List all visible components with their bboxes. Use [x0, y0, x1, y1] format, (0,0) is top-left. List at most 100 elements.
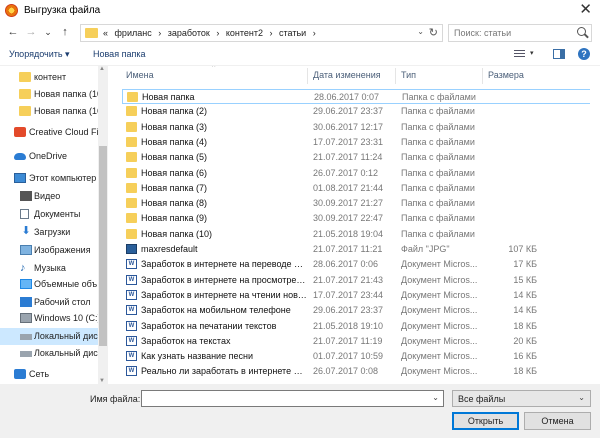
file-row[interactable]: Новая папка (3) 30.06.2017 12:17 Папка с ф…	[122, 120, 590, 135]
sidebar-item[interactable]: Объемные объ	[0, 276, 98, 293]
breadcrumb-item[interactable]: заработок	[168, 28, 210, 38]
view-options-icon[interactable]	[514, 50, 525, 59]
file-size: 16 КБ	[513, 351, 537, 362]
view-dropdown-icon[interactable]: ▾	[530, 49, 534, 57]
sidebar-item[interactable]: Этот компьютер	[0, 170, 98, 187]
cancel-button[interactable]: Отмена	[524, 412, 591, 430]
column-divider[interactable]	[395, 68, 396, 84]
sidebar-item[interactable]: Новая папка (16	[0, 103, 98, 120]
file-row[interactable]: Новая папка 28.06.2017 0:07 Папка с файлам…	[122, 89, 590, 104]
file-row[interactable]: W Как узнать название песни 01.07.2017 10:…	[122, 349, 590, 364]
network-icon	[14, 369, 26, 379]
filename-input[interactable]: ⌄	[141, 390, 444, 407]
sidebar-item[interactable]: ♪ Музыка	[0, 260, 98, 277]
file-row[interactable]: W Заработок на печатании текстов 21.05.201…	[122, 319, 590, 334]
file-name: Заработок на печатании текстов	[141, 320, 277, 331]
file-date: 17.07.2017 23:31	[313, 136, 384, 147]
file-type: Папка с файлами	[401, 152, 475, 163]
breadcrumb-item[interactable]: статьи	[279, 28, 306, 38]
forward-arrow-icon[interactable]: →	[24, 25, 38, 39]
sidebar-item[interactable]: OneDrive	[0, 148, 98, 165]
file-row[interactable]: W Заработок на текстах 21.07.2017 11:19 Док…	[122, 334, 590, 349]
file-row[interactable]: Новая папка (5) 21.07.2017 11:24 Папка с ф…	[122, 150, 590, 165]
preview-pane-icon[interactable]	[553, 49, 565, 59]
address-bar[interactable]: « фриланс › заработок › контент2 › стать…	[80, 24, 443, 42]
file-row[interactable]: W Заработок в интернете на просмотре в...…	[122, 273, 590, 288]
sidebar-item[interactable]: Изображения	[0, 242, 98, 259]
sidebar-item[interactable]: Локальный дис	[0, 328, 98, 345]
sidebar-item[interactable]: Локальный дис	[0, 345, 98, 362]
file-name: Новая папка (5)	[141, 152, 207, 163]
breadcrumb-separator[interactable]: ›	[270, 28, 273, 38]
breadcrumb-separator[interactable]: ›	[216, 28, 219, 38]
file-row[interactable]: Новая папка (7) 01.08.2017 21:44 Папка с ф…	[122, 181, 590, 196]
window-title: Выгрузка файла	[24, 5, 101, 16]
breadcrumb-separator[interactable]: ›	[313, 28, 316, 38]
recent-locations-chevron-icon[interactable]: ⌄	[41, 25, 55, 39]
file-date: 01.07.2017 10:59	[313, 351, 384, 362]
up-arrow-icon[interactable]: ↑	[58, 25, 72, 39]
file-date: 01.08.2017 21:44	[313, 182, 384, 193]
desktop-icon	[20, 297, 32, 307]
breadcrumb-overflow[interactable]: «	[103, 28, 108, 38]
file-type: Папка с файлами	[401, 106, 475, 117]
file-date: 29.06.2017 23:37	[313, 106, 384, 117]
sidebar-item[interactable]: Новая папка (10	[0, 86, 98, 103]
search-input[interactable]: Поиск: статьи	[448, 24, 592, 42]
file-row[interactable]: W Реально ли заработать в интернете на ..…	[122, 364, 590, 379]
sidebar-item[interactable]: Документы	[0, 206, 98, 223]
file-row[interactable]: W Заработок в интернете на переводе текс.…	[122, 257, 590, 272]
breadcrumb-item[interactable]: контент2	[226, 28, 263, 38]
column-header-type[interactable]: Тип	[401, 70, 416, 80]
column-header-size[interactable]: Размера	[488, 70, 524, 80]
help-icon[interactable]: ?	[578, 48, 590, 60]
refresh-icon[interactable]: ↻	[429, 26, 438, 39]
folder-icon	[126, 213, 137, 224]
sidebar-item[interactable]: Рабочий стол	[0, 294, 98, 311]
word-document-icon: W	[126, 335, 137, 346]
file-name: Реально ли заработать в интернете на ...	[141, 366, 307, 377]
sidebar-item[interactable]: Windows 10 (C:)	[0, 310, 98, 327]
filetype-select[interactable]: Все файлы ⌄	[452, 390, 591, 407]
file-row[interactable]: Новая папка (10) 21.05.2018 19:04 Папка с …	[122, 227, 590, 242]
file-row[interactable]: W Заработок в интернете на чтении ново...…	[122, 288, 590, 303]
scrollbar-thumb[interactable]	[99, 146, 107, 346]
sidebar-item-label: Новая папка (16	[34, 106, 98, 116]
sidebar-item-label: контент	[34, 72, 67, 82]
file-row[interactable]: Новая папка (2) 29.06.2017 23:37 Папка с ф…	[122, 104, 590, 119]
file-row[interactable]: Новая папка (4) 17.07.2017 23:31 Папка с ф…	[122, 135, 590, 150]
address-dropdown-icon[interactable]: ⌄	[417, 27, 424, 36]
sidebar-item[interactable]: ⬇ Загрузки	[0, 224, 98, 241]
column-header-name[interactable]: Имена	[126, 70, 154, 80]
file-date: 28.06.2017 0:06	[313, 259, 379, 270]
file-row[interactable]: Новая папка (6) 26.07.2017 0:12 Папка с фа…	[122, 166, 590, 181]
sidebar-item[interactable]: контент	[0, 69, 98, 86]
column-divider[interactable]	[482, 68, 483, 84]
chevron-down-icon: ⌄	[578, 393, 585, 402]
close-icon[interactable]: ✕	[579, 2, 592, 18]
file-row[interactable]: maxresdefault 21.07.2017 11:21 Файл "JPG" 1…	[122, 242, 590, 257]
chevron-down-icon[interactable]: ⌄	[432, 393, 439, 402]
breadcrumb-item[interactable]: фриланс	[115, 28, 152, 38]
open-button[interactable]: Открыть	[452, 412, 519, 430]
scroll-up-icon[interactable]: ▲	[99, 66, 105, 72]
new-folder-button[interactable]: Новая папка	[93, 49, 145, 59]
sidebar-scrollbar[interactable]: ▲ ▼	[98, 66, 108, 384]
sidebar-item[interactable]: Creative Cloud Fil	[0, 124, 98, 141]
file-type: Папка с файлами	[401, 167, 475, 178]
file-name: Новая папка (3)	[141, 121, 207, 132]
sidebar-item[interactable]: Видео	[0, 188, 98, 205]
creative-cloud-icon	[14, 127, 26, 137]
column-header-date[interactable]: Дата изменения	[313, 70, 381, 80]
file-row[interactable]: W Заработок на мобильном телефоне 29.06.20…	[122, 303, 590, 318]
back-arrow-icon[interactable]: ←	[6, 25, 20, 39]
file-type: Папка с файлами	[401, 228, 475, 239]
folder-icon	[19, 106, 31, 116]
sidebar-item[interactable]: Сеть	[0, 366, 98, 383]
file-row[interactable]: Новая папка (8) 30.09.2017 21:27 Папка с ф…	[122, 196, 590, 211]
breadcrumb-separator[interactable]: ›	[158, 28, 161, 38]
file-row[interactable]: Новая папка (9) 30.09.2017 22:47 Папка с ф…	[122, 211, 590, 226]
organize-button[interactable]: Упорядочить ▾	[9, 49, 70, 60]
windows-drive-icon	[20, 313, 32, 323]
column-divider[interactable]	[307, 68, 308, 84]
